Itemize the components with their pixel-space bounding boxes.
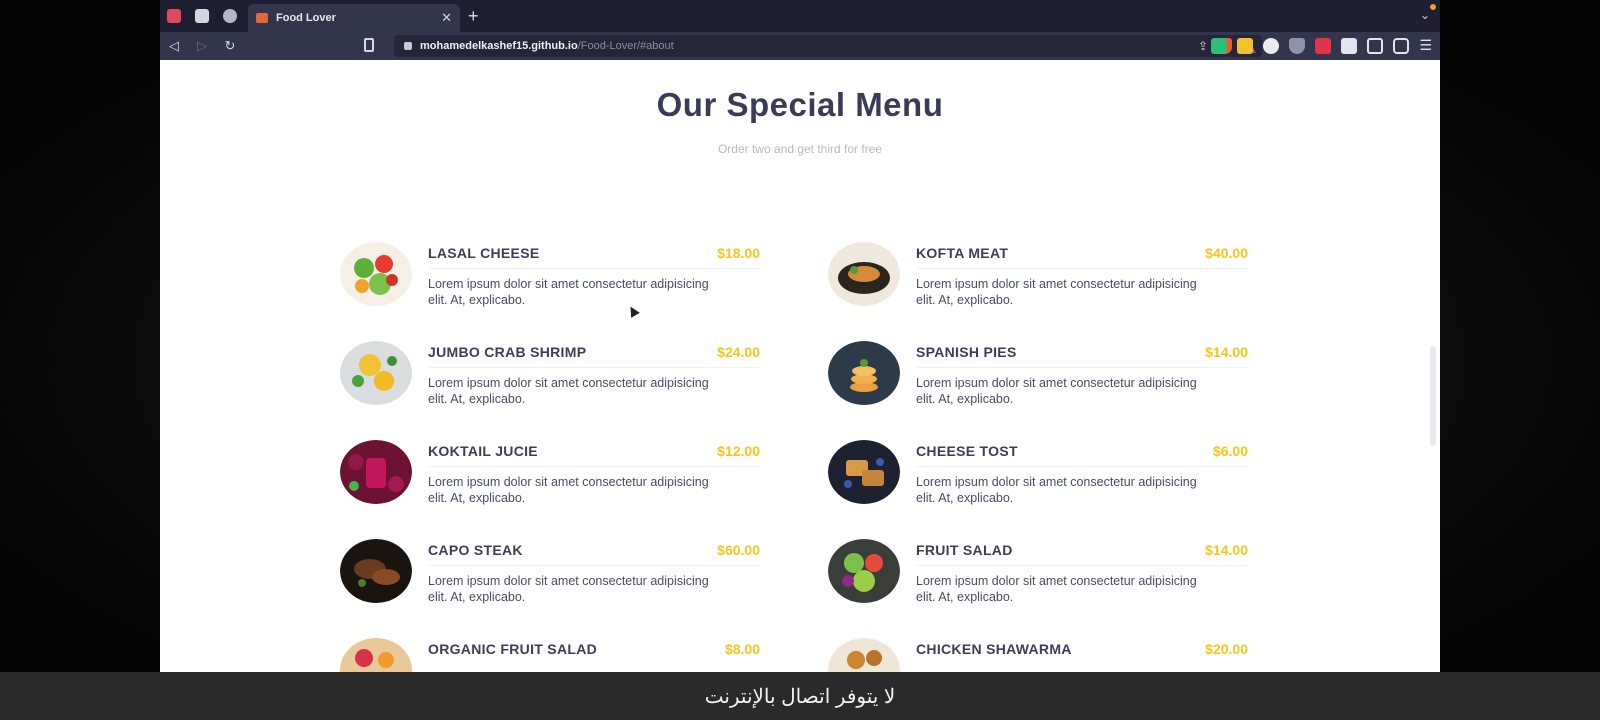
video-caption: لا يتوفر اتصال بالإنترنت	[0, 672, 1600, 720]
divider	[916, 466, 1248, 467]
chevron-down-icon[interactable]: ⌄	[1420, 8, 1430, 22]
dish-name: KOFTA MEAT	[916, 245, 1009, 261]
browser-toolbar: ◁ ▷ ↻ mohamedelkashef15.github.io /Food-…	[160, 32, 1440, 60]
calendar-icon	[167, 9, 181, 23]
dish-price: $8.00	[724, 641, 760, 657]
video-stage: Food Lover ✕ + ⌄ ◁ ▷ ↻ mohamedelkashef15…	[0, 0, 1600, 720]
dish-name: ORGANIC FRUIT SALAD	[428, 641, 598, 657]
forward-icon[interactable]: ▷	[188, 38, 216, 54]
dish-name: CAPO STEAK	[428, 542, 523, 558]
divider	[916, 268, 1248, 269]
dish-name: KOKTAIL JUCIE	[428, 443, 538, 459]
dish-image	[340, 440, 412, 504]
new-tab-button[interactable]: +	[468, 6, 479, 26]
dish-image	[828, 242, 900, 306]
dish-name: FRUIT SALAD	[916, 542, 1013, 558]
dish-name: CHICKEN SHAWARMA	[916, 641, 1072, 657]
divider	[428, 565, 760, 566]
back-icon[interactable]: ◁	[160, 38, 188, 54]
dish-image	[828, 638, 900, 672]
dish-name: CHEESE TOST	[916, 443, 1018, 459]
menu-item[interactable]: ORGANIC FRUIT SALAD $8.00	[340, 638, 760, 672]
dish-price: $12.00	[717, 443, 760, 459]
dish-description: Lorem ipsum dolor sit amet consectetur a…	[428, 376, 709, 406]
pinned-tab-globe[interactable]	[216, 0, 244, 32]
document-icon	[195, 9, 209, 23]
scrollbar-thumb[interactable]	[1430, 346, 1436, 446]
tab-food-lover[interactable]: Food Lover ✕	[248, 4, 460, 32]
menu-icon[interactable]: ☰	[1419, 37, 1432, 54]
divider	[428, 268, 760, 269]
menu-item[interactable]: CHEESE TOST $6.00 Lorem ipsum dolor sit …	[828, 440, 1248, 520]
browser-window: Food Lover ✕ + ⌄ ◁ ▷ ↻ mohamedelkashef15…	[160, 0, 1440, 672]
extension-yellow-icon[interactable]	[1237, 37, 1254, 54]
notification-dot	[1430, 4, 1436, 10]
address-bar[interactable]: mohamedelkashef15.github.io /Food-Lover/…	[394, 35, 1262, 57]
dish-name: SPANISH PIES	[916, 344, 1017, 360]
divider	[916, 565, 1248, 566]
dish-image	[828, 539, 900, 603]
dish-description: Lorem ipsum dolor sit amet consectetur a…	[428, 574, 709, 604]
divider	[428, 466, 760, 467]
dish-price: $20.00	[1205, 641, 1248, 657]
globe-icon	[223, 9, 237, 23]
dish-price: $18.00	[717, 245, 760, 261]
sidebar-icon[interactable]	[1367, 37, 1384, 54]
pinned-tab-docs[interactable]	[188, 0, 216, 32]
dish-description: Lorem ipsum dolor sit amet consectetur a…	[916, 475, 1197, 505]
dish-description: Lorem ipsum dolor sit amet consectetur a…	[428, 277, 709, 307]
url-host: mohamedelkashef15.github.io	[420, 40, 578, 52]
extension-shield-icon[interactable]	[1289, 37, 1306, 54]
dish-description: Lorem ipsum dolor sit amet consectetur a…	[916, 574, 1197, 604]
wallet-icon[interactable]	[1393, 37, 1410, 54]
close-icon[interactable]: ✕	[441, 10, 452, 26]
dish-description: Lorem ipsum dolor sit amet consectetur a…	[428, 475, 709, 505]
caption-text: لا يتوفر اتصال بالإنترنت	[704, 685, 896, 708]
extension-circle-icon[interactable]	[1263, 37, 1280, 54]
divider	[916, 367, 1248, 368]
menu-item[interactable]: KOKTAIL JUCIE $12.00 Lorem ipsum dolor s…	[340, 440, 760, 520]
favicon	[256, 13, 268, 23]
extension-green-icon[interactable]	[1211, 37, 1228, 54]
dish-price: $6.00	[1212, 443, 1248, 459]
dish-description: Lorem ipsum dolor sit amet consectetur a…	[916, 277, 1197, 307]
reload-icon[interactable]: ↻	[216, 38, 244, 54]
page-viewport: Our Special Menu Order two and get third…	[160, 60, 1440, 672]
dish-price: $14.00	[1205, 344, 1248, 360]
menu-item[interactable]: KOFTA MEAT $40.00 Lorem ipsum dolor sit …	[828, 242, 1248, 322]
dish-image	[340, 341, 412, 405]
menu-item[interactable]: SPANISH PIES $14.00 Lorem ipsum dolor si…	[828, 341, 1248, 421]
divider	[428, 367, 760, 368]
extensions-bar: ☰	[1211, 37, 1432, 54]
dish-image	[340, 638, 412, 672]
dish-price: $24.00	[717, 344, 760, 360]
section-title: Our Special Menu	[656, 86, 944, 123]
extension-red-icon[interactable]	[1315, 37, 1332, 54]
section-subtitle: Order two and get third for free	[717, 142, 883, 156]
dish-image	[828, 440, 900, 504]
menu-item[interactable]: FRUIT SALAD $14.00 Lorem ipsum dolor sit…	[828, 539, 1248, 619]
tab-strip: Food Lover ✕ + ⌄	[160, 0, 1440, 32]
share-icon[interactable]: ⇪	[1198, 39, 1208, 53]
dish-price: $60.00	[717, 542, 760, 558]
dish-image	[828, 341, 900, 405]
pinned-tab-calendar[interactable]	[160, 0, 188, 32]
dish-price: $40.00	[1205, 245, 1248, 261]
dish-image	[340, 539, 412, 603]
lock-icon[interactable]	[404, 42, 412, 50]
url-path: /Food-Lover/#about	[577, 40, 674, 52]
dish-name: JUMBO CRAB SHRIMP	[428, 344, 587, 360]
menu-item[interactable]: LASAL CHEESE $18.00 Lorem ipsum dolor si…	[340, 242, 760, 322]
extensions-icon[interactable]	[1341, 37, 1358, 54]
menu-item[interactable]: CAPO STEAK $60.00 Lorem ipsum dolor sit …	[340, 539, 760, 619]
dish-image	[340, 242, 412, 306]
dish-description: Lorem ipsum dolor sit amet consectetur a…	[916, 376, 1197, 406]
dish-price: $14.00	[1205, 542, 1248, 558]
menu-item[interactable]: JUMBO CRAB SHRIMP $24.00 Lorem ipsum dol…	[340, 341, 760, 421]
bookmark-icon[interactable]	[364, 38, 374, 52]
menu-item[interactable]: CHICKEN SHAWARMA $20.00	[828, 638, 1248, 672]
dish-name: LASAL CHEESE	[428, 245, 540, 261]
tab-title: Food Lover	[276, 12, 336, 24]
